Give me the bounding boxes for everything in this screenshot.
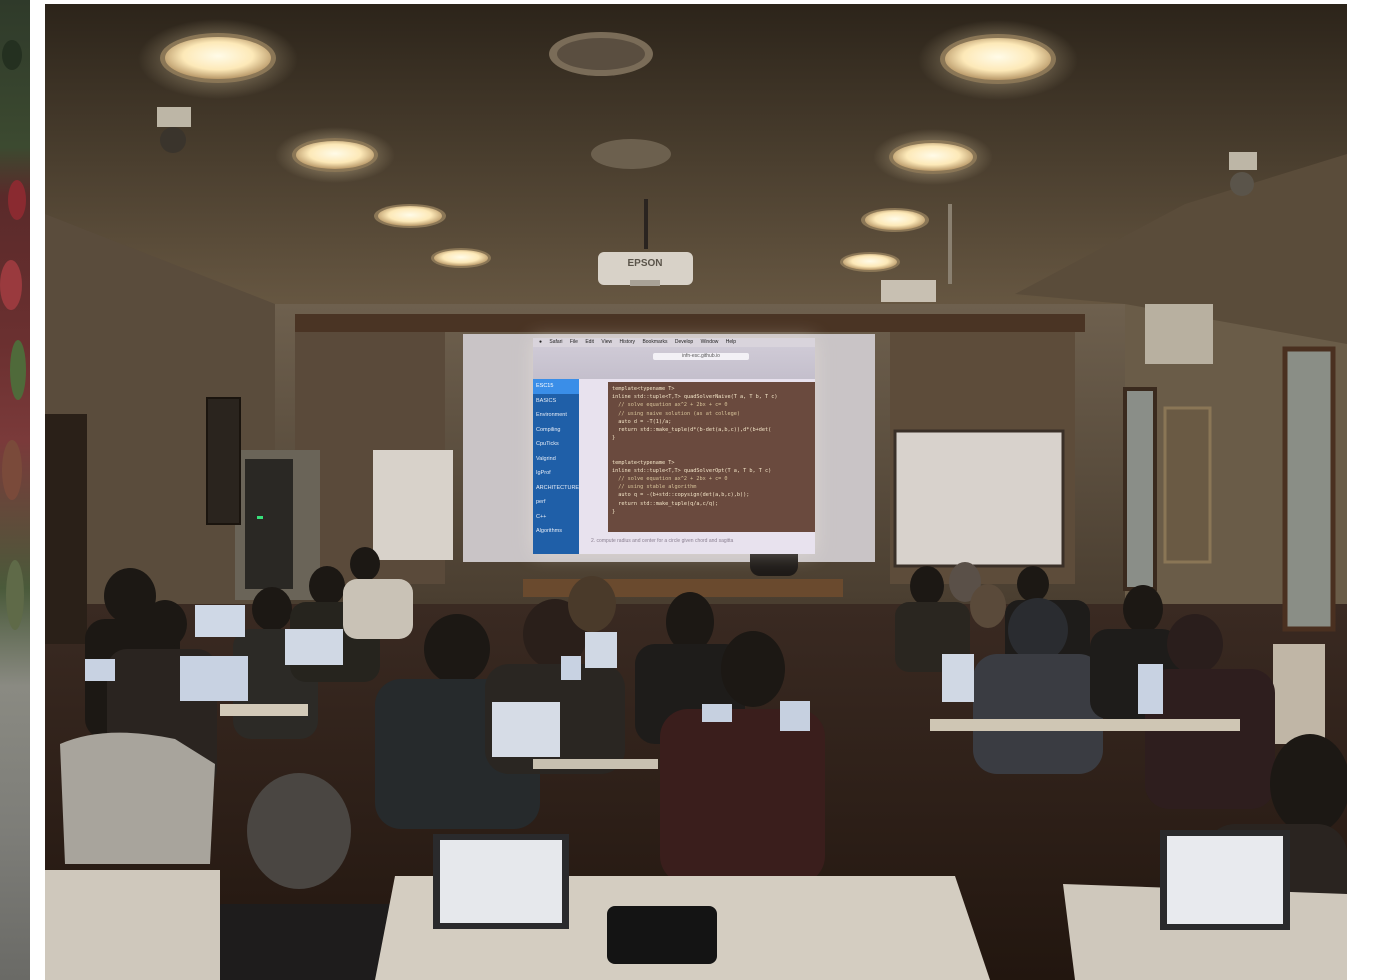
url-bar: infn-esc.github.io [653,353,749,360]
code-line: inline std::tuple<T,T> quadSolverOpt(T a… [612,467,772,474]
sidebar-item-igprof: IgProf [536,470,551,476]
menu-window: Window [700,339,719,345]
sidebar-item-esc15: ESC15 [533,379,579,394]
sidebar-item-architecture: ARCHITECTURE [536,484,580,491]
menu-develop: Develop [674,339,694,345]
code-line: auto d = -T(1)/a; [612,418,672,425]
menu-history: History [619,339,636,345]
menu-file: File [569,339,578,345]
projector-brand: EPSON [627,258,662,269]
code-line: template<typename T> [612,386,675,392]
side-screen [893,429,1065,568]
left-door [45,414,87,644]
painting-left [206,397,241,525]
window-right-1 [1123,387,1157,591]
code-line: return std::make_tuple(q/a,c/q); [612,500,719,507]
browser-toolbar: infn-esc.github.io [533,347,815,379]
code-line: // using naive solution (as at college) [612,410,741,417]
menu-help: Help [725,339,737,345]
menu-bookmarks: Bookmarks [642,339,668,345]
sidebar-item-perf: perf [536,499,546,505]
left-edge-photo [0,0,30,980]
code-line: } [612,508,616,515]
sidebar-item-cpp: C++ [536,513,547,520]
curtain-rail [295,314,1085,332]
sidebar-item-environment: Environment [536,412,567,418]
menu-safari: Safari [549,339,563,345]
tablet-case [607,906,717,964]
sidebar-item-basics: BASICS [536,397,557,404]
code-line: // solve equation ax^2 + 2bx + c= 0 [612,402,728,409]
radiator [1273,644,1325,744]
slide-footer-text: 2. compute radius and center for a circl… [591,538,734,544]
classroom-photo: EPSON ● Safari File Edit View History Bo… [45,4,1347,980]
code-line: auto q = -(b+std::copysign(det(a,b,c),b)… [612,492,750,499]
sidebar-item-algorithms: Algorithms [536,528,562,534]
code-block: template<typename T> inline std::tuple<T… [608,382,815,532]
code-line: } [612,435,616,442]
apple-icon: ● [539,339,543,345]
air-conditioner [1145,304,1213,364]
status-led [257,516,263,519]
server-rack [245,459,293,589]
sidebar-item-valgrind: Valgrind [536,455,556,462]
sidebar-item-compiling: Compiling [536,426,561,433]
menu-view: View [601,339,613,345]
flipchart [373,450,453,560]
code-line: inline std::tuple<T,T> quadSolverNaive(T… [612,394,778,401]
projected-slide: ● Safari File Edit View History Bookmark… [533,338,815,554]
painting-right [1163,406,1212,564]
sidebar-item-cputicks: CpuTicks [536,441,559,447]
browser-menubar: ● Safari File Edit View History Bookmark… [533,338,815,347]
slide-sidebar: ESC15 BASICS Environment Compiling CpuTi… [533,379,579,554]
window-right-2 [1282,346,1336,632]
code-line: // using stable algorithm [612,484,697,491]
code-line: // solve equation ax^2 + 2bx + c= 0 [612,476,728,483]
code-line: return std::make_tuple(d*(b-det(a,b,c)),… [612,426,772,433]
menu-edit: Edit [585,339,594,345]
code-line: template<typename T> [612,459,675,466]
